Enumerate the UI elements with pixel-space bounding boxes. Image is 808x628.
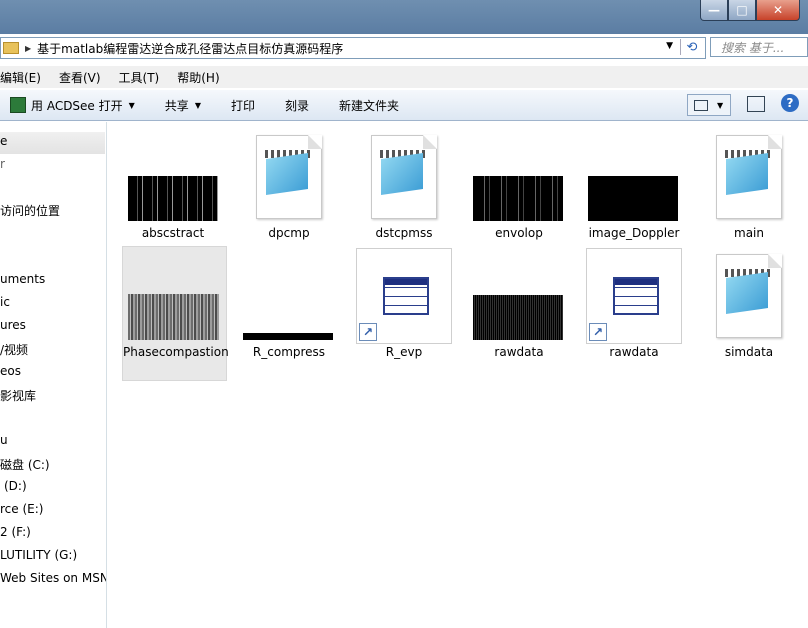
breadcrumb-arrow-icon[interactable]: ▶ [25, 44, 31, 53]
search-input[interactable]: 搜索 基于... [710, 37, 808, 57]
breadcrumb[interactable]: 基于matlab编程雷达逆合成孔径雷达点目标仿真源码程序 [37, 40, 343, 57]
preview-pane-icon[interactable] [747, 96, 765, 112]
file-item[interactable]: abscstract [121, 129, 225, 261]
shortcut-arrow-icon: ↗ [589, 323, 607, 341]
new-folder-button[interactable]: 新建文件夹 [339, 97, 399, 114]
file-item[interactable]: envolop [467, 129, 571, 261]
refresh-icon[interactable]: ⟲ [680, 39, 703, 55]
image-thumbnail [588, 176, 678, 221]
print-button[interactable]: 打印 [231, 97, 255, 114]
file-item[interactable]: dpcmp [237, 129, 341, 261]
menu-tools[interactable]: 工具(T) [119, 69, 160, 86]
chevron-down-icon[interactable]: ▼ [717, 101, 723, 110]
notepad-icon [716, 254, 782, 338]
file-name: image_Doppler [588, 226, 680, 240]
file-name: main [734, 226, 764, 240]
nav-selection-highlight [0, 132, 105, 154]
file-name: dstcpmss [375, 226, 433, 240]
image-thumbnail [473, 176, 563, 221]
address-bar[interactable]: ▶ 基于matlab编程雷达逆合成孔径雷达点目标仿真源码程序 ▼ ⟲ [0, 37, 706, 59]
file-item[interactable]: image_Doppler [582, 129, 686, 261]
nav-item-documents[interactable]: uments [0, 272, 45, 286]
folder-icon [3, 42, 19, 54]
nav-item-drive-d[interactable]: (D:) [4, 479, 27, 493]
image-thumbnail [473, 295, 563, 340]
nav-item-pictures[interactable]: ures [0, 318, 26, 332]
file-name: dpcmp [268, 226, 310, 240]
file-item[interactable]: rawdata [467, 248, 571, 380]
open-with-button[interactable]: 用 ACDSee 打开 ▼ [10, 97, 135, 114]
close-button[interactable]: ✕ [756, 0, 800, 21]
table-icon: ↗ [356, 248, 452, 344]
nav-item-music[interactable]: ic [0, 295, 10, 309]
file-item[interactable]: ↗ R_evp [352, 248, 456, 380]
view-icon [694, 99, 708, 111]
notepad-icon [716, 135, 782, 219]
address-row: ▶ 基于matlab编程雷达逆合成孔径雷达点目标仿真源码程序 ▼ ⟲ 搜索 基于… [0, 34, 808, 60]
share-button[interactable]: 共享 ▼ [165, 97, 201, 114]
nav-item-drive-c[interactable]: 磁盘 (C:) [0, 456, 50, 473]
file-item[interactable]: simdata [697, 248, 801, 380]
chevron-down-icon: ▼ [194, 100, 201, 110]
navigation-pane: e r 访问的位置 uments ic ures /视频 eos 影视库 u 磁… [0, 122, 107, 628]
image-thumbnail [128, 176, 218, 221]
file-name: rawdata [609, 345, 659, 359]
table-icon: ↗ [586, 248, 682, 344]
menu-edit[interactable]: 编辑(E) [0, 69, 41, 86]
file-name: abscstract [141, 226, 205, 240]
file-item[interactable]: main [697, 129, 801, 261]
notepad-icon [371, 135, 437, 219]
share-label: 共享 [164, 98, 189, 113]
chevron-down-icon: ▼ [128, 100, 135, 110]
nav-item-msn-sites[interactable]: Web Sites on MSN [0, 571, 106, 585]
change-view-button[interactable]: ▼ [687, 94, 731, 116]
nav-item-drive-g[interactable]: LUTILITY (G:) [0, 548, 77, 562]
address-dropdown-icon[interactable]: ▼ [666, 41, 673, 51]
file-item[interactable]: R_compress [237, 248, 341, 380]
open-with-label: 用 ACDSee 打开 [31, 98, 123, 113]
minimize-button[interactable]: — [700, 0, 728, 21]
file-list: abscstract dpcmp dstcpmss envolop image_… [107, 122, 808, 628]
file-name: simdata [724, 345, 774, 359]
nav-item-videos[interactable]: eos [0, 364, 21, 378]
file-name: R_compress [252, 345, 326, 359]
command-bar: 用 ACDSee 打开 ▼ 共享 ▼ 打印 刻录 新建文件夹 ▼ ? [0, 90, 808, 121]
nav-item-recent-places[interactable]: 访问的位置 [0, 202, 60, 219]
window-controls: — □ ✕ [700, 0, 800, 21]
burn-button[interactable]: 刻录 [285, 97, 309, 114]
shortcut-arrow-icon: ↗ [359, 323, 377, 341]
nav-item[interactable]: u [0, 433, 8, 447]
nav-item-video[interactable]: /视频 [0, 341, 28, 358]
notepad-icon [256, 135, 322, 219]
image-thumbnail [128, 294, 219, 340]
file-item[interactable]: ↗ rawdata [582, 248, 686, 380]
image-thumbnail [243, 333, 333, 340]
file-name: Phasecompastion [123, 345, 229, 359]
nav-item[interactable]: e [0, 134, 7, 148]
file-name: rawdata [494, 345, 544, 359]
title-bar: — □ ✕ [0, 0, 808, 34]
file-name: R_evp [385, 345, 423, 359]
nav-item-drive-e[interactable]: rce (E:) [0, 502, 43, 516]
menu-bar: 编辑(E) 查看(V) 工具(T) 帮助(H) [0, 66, 808, 88]
new-folder-label: 新建文件夹 [339, 98, 400, 113]
file-item-selected[interactable]: Phasecompastion [122, 246, 229, 381]
nav-item-movie-library[interactable]: 影视库 [0, 387, 36, 404]
file-item[interactable]: dstcpmss [352, 129, 456, 261]
acdsee-icon [10, 97, 26, 113]
maximize-button[interactable]: □ [728, 0, 756, 21]
menu-view[interactable]: 查看(V) [59, 69, 101, 86]
nav-item[interactable]: r [0, 157, 5, 171]
help-icon[interactable]: ? [781, 94, 799, 112]
file-name: envolop [495, 226, 543, 240]
menu-help[interactable]: 帮助(H) [177, 69, 219, 86]
print-label: 打印 [230, 98, 255, 113]
nav-item-drive-f[interactable]: 2 (F:) [0, 525, 31, 539]
burn-label: 刻录 [284, 98, 309, 113]
